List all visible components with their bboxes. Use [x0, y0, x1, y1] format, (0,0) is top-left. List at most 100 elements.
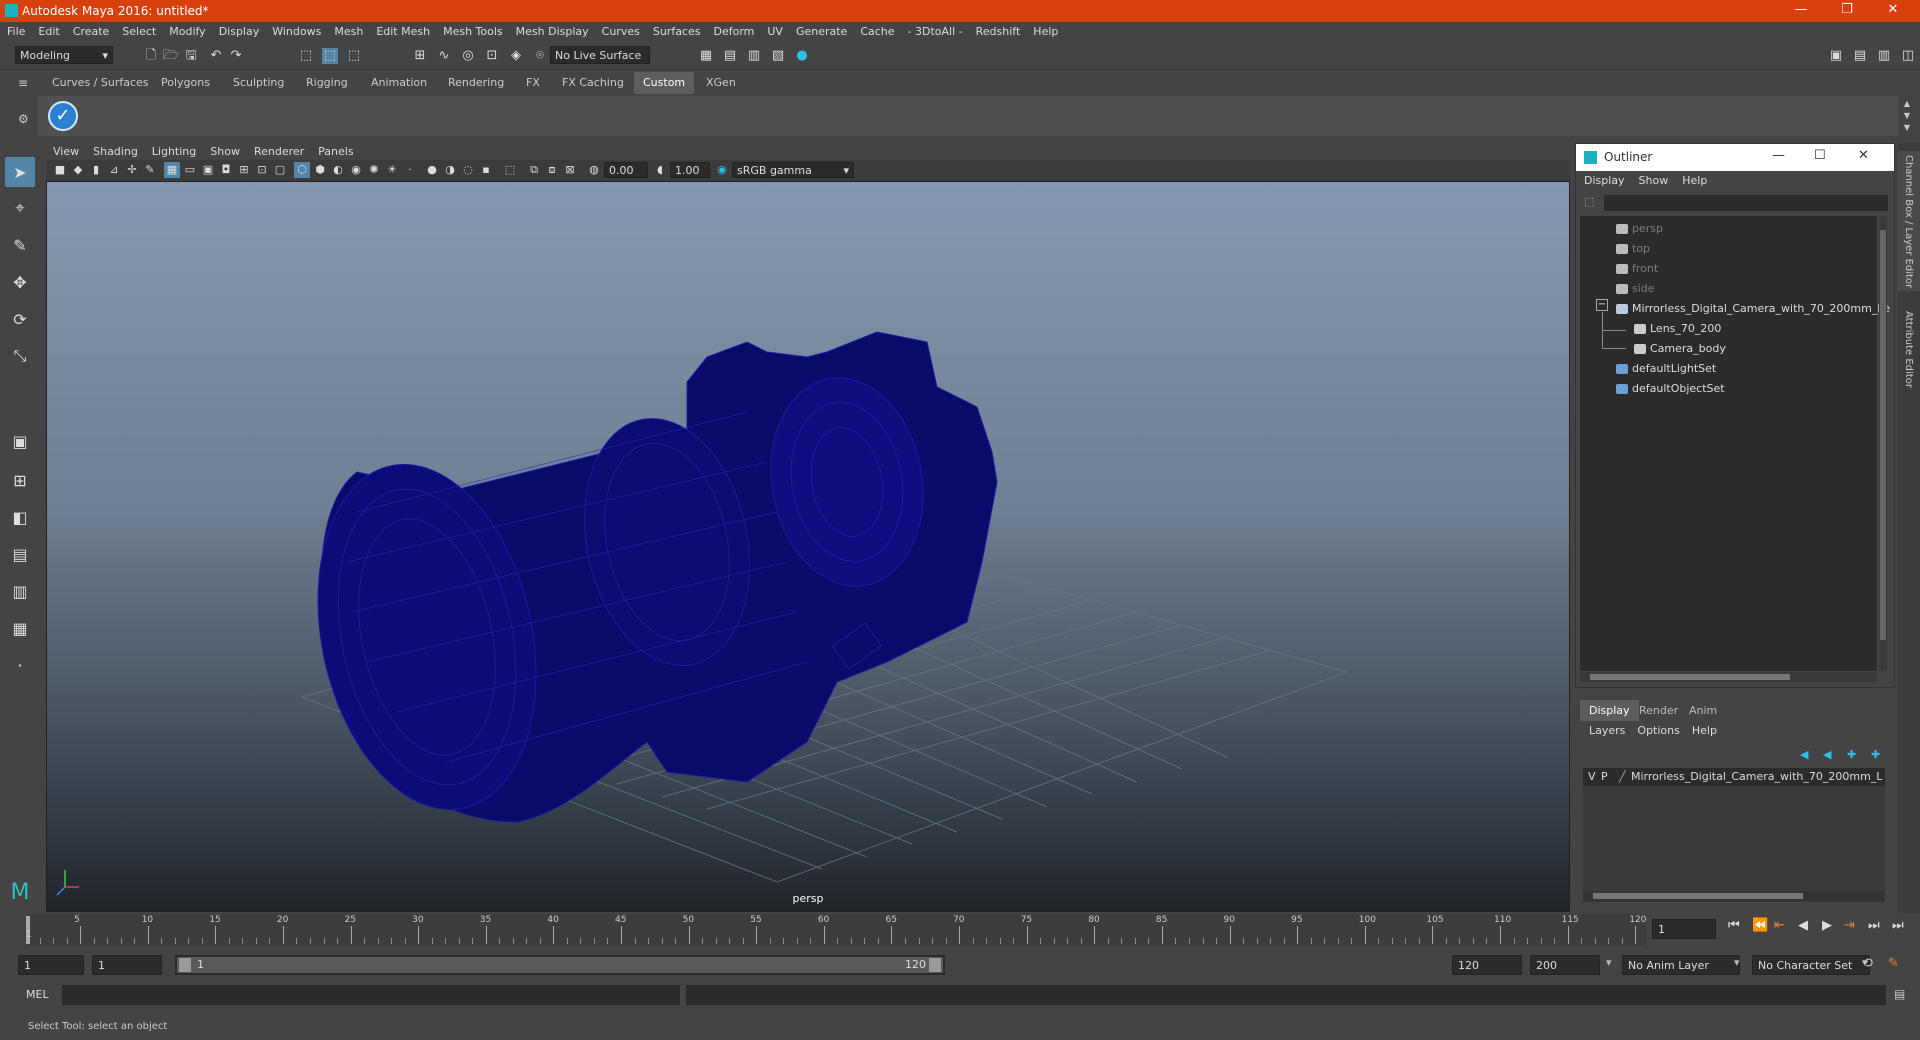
render-settings-icon[interactable]: ▧ — [770, 48, 786, 64]
step-back-key-icon[interactable]: ⏪ — [1752, 918, 1768, 933]
layer-tab-anim[interactable]: Anim — [1680, 700, 1726, 721]
safe-title-icon[interactable]: ▢ — [272, 162, 288, 178]
layer-hscroll[interactable] — [1583, 891, 1885, 901]
shelf-menu-icon[interactable]: ≡ — [18, 76, 32, 90]
open-scene-icon[interactable]: 🗁 — [163, 48, 179, 64]
live-surface-field[interactable]: No Live Surface — [550, 46, 650, 64]
color-management-icon[interactable]: ◉ — [714, 162, 730, 178]
use-all-lights-icon[interactable]: ✺ — [366, 162, 382, 178]
smooth-shading-icon[interactable]: ⬢ — [312, 162, 328, 178]
layout-menu-icon[interactable]: · — [5, 650, 35, 680]
range-start-handle[interactable] — [179, 958, 191, 972]
ipr-render-icon[interactable]: ▥ — [746, 48, 762, 64]
perspective-viewport[interactable]: persp — [46, 181, 1570, 912]
menu-curves[interactable]: Curves — [595, 22, 646, 38]
menu-display[interactable]: Display — [212, 22, 266, 38]
tab-curves-surfaces[interactable]: Curves / Surfaces — [43, 72, 158, 94]
viewport-menu-show[interactable]: Show — [203, 143, 247, 158]
outliner-layout-icon[interactable]: ▤ — [5, 539, 35, 569]
mode-dropdown[interactable]: Modeling ▾ — [15, 46, 113, 64]
viewport-menu-shading[interactable]: Shading — [86, 143, 145, 158]
graph-layout-icon[interactable]: ▥ — [5, 576, 35, 606]
exposure-icon[interactable]: ◍ — [586, 162, 602, 178]
menu-select[interactable]: Select — [115, 22, 162, 38]
outliner-maximize-button[interactable]: ☐ — [1814, 148, 1826, 163]
menu-surfaces[interactable]: Surfaces — [646, 22, 707, 38]
character-set-dropdown[interactable]: No Character Set — [1752, 955, 1870, 975]
menu-help[interactable]: Help — [1026, 22, 1064, 38]
tab-polygons[interactable]: Polygons — [152, 72, 219, 94]
play-forward-icon[interactable]: ▶ — [1822, 918, 1832, 933]
camera-attributes-icon[interactable]: ◆ — [70, 162, 86, 178]
wireframe-shading-icon[interactable]: ⬡ — [294, 162, 310, 178]
outliner-item[interactable]: persp — [1616, 220, 1663, 238]
gamma-field[interactable]: 1.00 — [670, 162, 710, 178]
animation-preferences-icon[interactable]: ✎ — [1888, 956, 1899, 971]
tab-sculpting[interactable]: Sculpting — [224, 72, 294, 94]
lasso-tool-icon[interactable]: ⌖ — [5, 193, 35, 223]
select-tool-icon[interactable]: ➤ — [5, 157, 35, 187]
viewport-menu-view[interactable]: View — [46, 143, 86, 158]
single-view-layout-icon[interactable]: ▣ — [5, 426, 35, 456]
time-slider[interactable]: 1 5 10 15 20 25 30 35 40 45 50 55 60 65 70 75 80 85 90 95 1… — [26, 914, 1646, 946]
script-editor-icon[interactable]: ▤ — [1894, 987, 1905, 1001]
viewport-menu-lighting[interactable]: Lighting — [145, 143, 203, 158]
range-slider[interactable]: 1 120 — [175, 955, 945, 975]
select-object-icon[interactable]: ⬚ — [322, 48, 338, 64]
animation-start-field[interactable]: 1 — [18, 955, 84, 975]
anim-layer-dropdown[interactable]: No Anim Layer — [1622, 955, 1740, 975]
menu-edit-mesh[interactable]: Edit Mesh — [369, 22, 436, 38]
viewport-menu-renderer[interactable]: Renderer — [247, 143, 311, 158]
render-frame-icon[interactable]: ▦ — [698, 48, 714, 64]
outliner-hscroll[interactable] — [1580, 672, 1877, 682]
menu-mesh-display[interactable]: Mesh Display — [509, 22, 595, 38]
snap-grid-icon[interactable]: ⊞ — [412, 48, 428, 64]
menu-redshift[interactable]: Redshift — [969, 22, 1027, 38]
layer-playback-toggle[interactable]: P — [1601, 768, 1608, 786]
restore-button[interactable]: ❐ — [1824, 0, 1870, 22]
outliner-item[interactable]: defaultLightSet — [1616, 360, 1716, 378]
four-view-layout-icon[interactable]: ⊞ — [5, 465, 35, 495]
outliner-item[interactable]: side — [1616, 280, 1655, 298]
undo-icon[interactable]: ↶ — [208, 48, 224, 64]
make-live-icon[interactable]: ⌾ — [532, 48, 548, 64]
outliner-menu-show[interactable]: Show — [1631, 171, 1675, 187]
outliner-menu-display[interactable]: Display — [1576, 171, 1631, 187]
outliner-item[interactable]: Camera_body — [1634, 340, 1726, 358]
scale-tool-icon[interactable]: ⤡ — [5, 341, 35, 371]
bookmark-icon[interactable]: ▮ — [88, 162, 104, 178]
channel-box-tab[interactable]: Channel Box / Layer Editor — [1903, 155, 1914, 288]
layer-tab-render[interactable]: Render — [1630, 700, 1687, 721]
menu-windows[interactable]: Windows — [265, 22, 327, 38]
layer-menu-layers[interactable]: Layers — [1575, 721, 1631, 737]
layer-color-swatch[interactable]: ╱ — [1619, 768, 1626, 786]
menu-edit[interactable]: Edit — [31, 22, 65, 38]
depth-of-field-icon[interactable]: ◌ — [460, 162, 476, 178]
play-backward-icon[interactable]: ◀ — [1798, 918, 1808, 933]
camera-select-icon[interactable]: ■ — [52, 162, 68, 178]
layer-menu-options[interactable]: Options — [1631, 721, 1685, 737]
tab-animation[interactable]: Animation — [362, 72, 437, 94]
outliner-item[interactable]: defaultObjectSet — [1616, 380, 1725, 398]
image-plane-icon[interactable]: ⊿ — [106, 162, 122, 178]
move-tool-icon[interactable]: ✥ — [5, 267, 35, 297]
command-language-label[interactable]: MEL — [26, 988, 49, 1001]
menu-generate[interactable]: Generate — [789, 22, 853, 38]
animation-end-field[interactable]: 200 — [1530, 955, 1600, 975]
step-forward-frame-icon[interactable]: ⇥ — [1844, 918, 1855, 933]
exposure-field[interactable]: 0.00 — [604, 162, 648, 178]
range-end-handle[interactable] — [929, 958, 941, 972]
multisample-aa-icon[interactable]: ◑ — [442, 162, 458, 178]
attribute-editor-tab[interactable]: Attribute Editor — [1903, 311, 1914, 388]
outliner-item[interactable]: Mirrorless_Digital_Camera_with_70_200mm_… — [1616, 300, 1890, 318]
collapse-toggle-icon[interactable]: − — [1596, 299, 1608, 311]
tab-fx-caching[interactable]: FX Caching — [553, 72, 633, 94]
shelf-scroll-icon[interactable]: ▲ ▼ ▼ — [1901, 98, 1913, 134]
safe-action-icon[interactable]: ⊡ — [254, 162, 270, 178]
render-sequence-icon[interactable]: ▤ — [722, 48, 738, 64]
redo-icon[interactable]: ↷ — [228, 48, 244, 64]
paint-select-tool-icon[interactable]: ✎ — [5, 230, 35, 260]
outliner-menu-help[interactable]: Help — [1674, 171, 1713, 187]
new-layer-selected-icon[interactable]: ✚ — [1871, 748, 1880, 761]
menu-file[interactable]: File — [0, 22, 31, 38]
